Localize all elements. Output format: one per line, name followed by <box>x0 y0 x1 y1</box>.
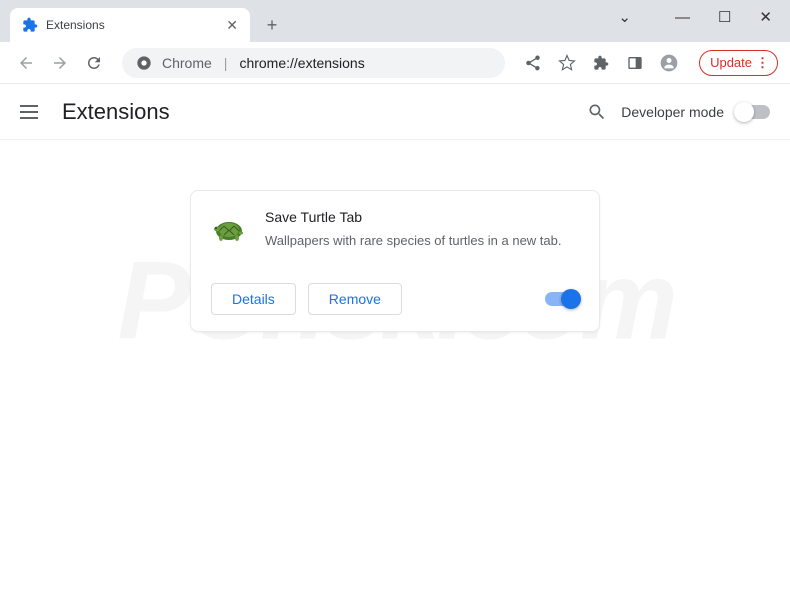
browser-toolbar: Chrome | chrome://extensions Update ⋮ <box>0 42 790 84</box>
turtle-icon <box>211 211 247 247</box>
share-icon[interactable] <box>523 53 543 73</box>
close-window-button[interactable]: ✕ <box>759 8 772 26</box>
url-separator: | <box>224 55 228 71</box>
minimize-button[interactable]: — <box>675 9 690 26</box>
extension-name: Save Turtle Tab <box>265 209 579 225</box>
extension-card: Save Turtle Tab Wallpapers with rare spe… <box>190 190 600 332</box>
back-button[interactable] <box>12 49 40 77</box>
update-label: Update <box>710 55 752 70</box>
browser-tab[interactable]: Extensions ✕ <box>10 8 250 42</box>
new-tab-button[interactable]: + <box>258 11 286 39</box>
developer-mode-label: Developer mode <box>621 104 724 120</box>
puzzle-icon <box>22 17 38 33</box>
content-area: Save Turtle Tab Wallpapers with rare spe… <box>0 140 790 332</box>
page-title: Extensions <box>62 99 170 125</box>
extension-enable-toggle[interactable] <box>545 292 579 306</box>
hamburger-menu-button[interactable] <box>20 100 44 124</box>
forward-button[interactable] <box>46 49 74 77</box>
developer-mode-toggle[interactable] <box>736 105 770 119</box>
update-button[interactable]: Update ⋮ <box>699 50 778 76</box>
reload-button[interactable] <box>80 49 108 77</box>
extensions-icon[interactable] <box>591 53 611 73</box>
details-button[interactable]: Details <box>211 283 296 315</box>
maximize-button[interactable]: ☐ <box>718 8 731 26</box>
url-path: chrome://extensions <box>239 55 364 71</box>
window-controls: ⌄ — ☐ ✕ <box>618 8 772 26</box>
chevron-down-icon[interactable]: ⌄ <box>618 8 631 26</box>
search-button[interactable] <box>585 100 609 124</box>
url-scheme: Chrome <box>162 55 212 71</box>
menu-dots-icon: ⋮ <box>756 55 767 71</box>
address-bar[interactable]: Chrome | chrome://extensions <box>122 48 505 78</box>
extension-description: Wallpapers with rare species of turtles … <box>265 231 579 251</box>
toolbar-actions: Update ⋮ <box>523 50 778 76</box>
page-header: Extensions Developer mode <box>0 84 790 140</box>
sidepanel-icon[interactable] <box>625 53 645 73</box>
bookmark-icon[interactable] <box>557 53 577 73</box>
remove-button[interactable]: Remove <box>308 283 402 315</box>
chrome-icon <box>136 55 152 71</box>
profile-icon[interactable] <box>659 53 679 73</box>
tab-title: Extensions <box>46 18 218 32</box>
close-tab-button[interactable]: ✕ <box>226 17 238 34</box>
